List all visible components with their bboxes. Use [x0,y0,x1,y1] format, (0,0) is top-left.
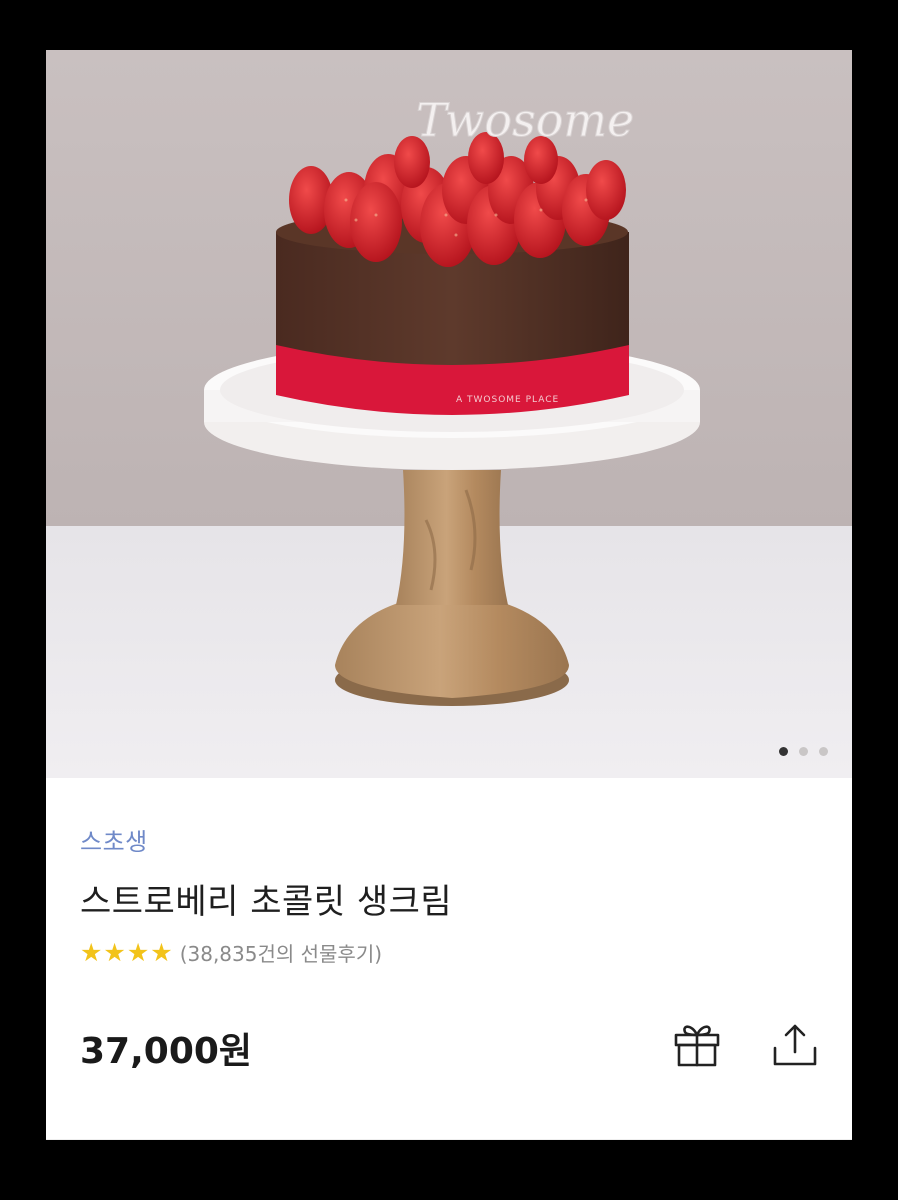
carousel-dot[interactable] [819,747,828,756]
gift-button[interactable] [672,1020,722,1070]
product-card: Twosome A TWOSOME PLACE 스초생 스트로베리 초콜릿 생크… [46,50,852,1140]
brand-link[interactable]: 스초생 [80,822,148,857]
carousel-dot[interactable] [799,747,808,756]
share-icon [773,1024,817,1066]
star-icon: ★ [80,938,103,967]
carousel-indicator[interactable] [779,747,828,756]
review-count[interactable]: (38,835건의 선물후기) [180,938,382,967]
product-photo: Twosome A TWOSOME PLACE [46,50,852,778]
ribbon-text: A TWOSOME PLACE [456,395,559,405]
carousel-dot[interactable] [779,747,788,756]
product-title: 스트로베리 초콜릿 생크림 [80,882,453,922]
cake-topper-text: Twosome [416,93,634,147]
rating[interactable]: ★ ★ ★ ★ (38,835건의 선물후기) [80,938,382,967]
star-icon: ★ [126,938,150,967]
divider [46,1139,852,1140]
product-image-carousel[interactable]: Twosome A TWOSOME PLACE [46,50,852,778]
product-price: 37,000원 [80,1031,253,1072]
share-button[interactable] [770,1020,820,1070]
star-icon: ★ [103,938,126,967]
gift-icon [674,1025,720,1067]
product-info: 스초생 스트로베리 초콜릿 생크림 ★ ★ ★ ★ (38,835건의 선물후기… [46,778,852,1140]
star-icon: ★ [150,938,173,967]
